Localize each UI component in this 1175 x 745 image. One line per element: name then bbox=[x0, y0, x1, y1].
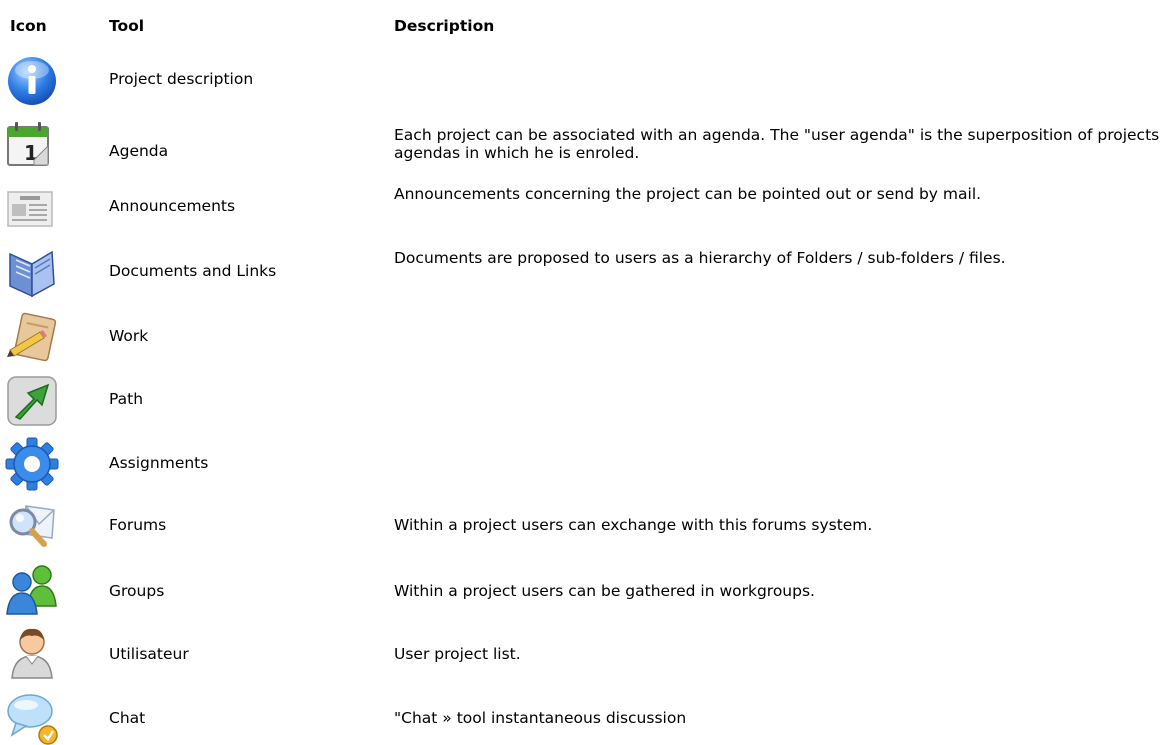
tool-name[interactable]: Utilisateur bbox=[109, 645, 189, 663]
tool-name[interactable]: Documents and Links bbox=[109, 262, 276, 280]
tool-name[interactable]: Assignments bbox=[109, 454, 208, 472]
tool-description: Each project can be associated with an a… bbox=[394, 126, 1160, 162]
magnifier-envelope-icon[interactable] bbox=[4, 498, 60, 554]
calendar-icon[interactable]: 1 bbox=[4, 116, 60, 172]
users-group-icon[interactable] bbox=[4, 560, 60, 616]
tool-name[interactable]: Chat bbox=[109, 709, 145, 727]
header-description: Description bbox=[394, 17, 495, 35]
info-icon[interactable] bbox=[4, 53, 60, 109]
user-icon[interactable] bbox=[4, 624, 60, 680]
green-arrow-icon[interactable] bbox=[4, 373, 60, 429]
tool-name[interactable]: Path bbox=[109, 390, 143, 408]
book-icon[interactable] bbox=[4, 244, 60, 300]
tool-name[interactable]: Groups bbox=[109, 582, 164, 600]
tool-description: "Chat » tool instantaneous discussion bbox=[394, 709, 687, 727]
tool-name[interactable]: Project description bbox=[109, 70, 253, 88]
tool-description: Announcements concerning the project can… bbox=[394, 185, 982, 203]
tool-description: Documents are proposed to users as a hie… bbox=[394, 249, 1006, 267]
chat-bubble-icon[interactable] bbox=[4, 689, 60, 745]
pencil-paper-icon[interactable] bbox=[4, 310, 60, 366]
header-tool: Tool bbox=[109, 17, 145, 35]
tool-name[interactable]: Announcements bbox=[109, 197, 235, 215]
tool-description: Within a project users can be gathered i… bbox=[394, 582, 815, 600]
header-icon: Icon bbox=[10, 17, 47, 35]
tool-description: Within a project users can exchange with… bbox=[394, 516, 873, 534]
tool-description: User project list. bbox=[394, 645, 521, 663]
newspaper-icon[interactable] bbox=[4, 180, 60, 236]
tool-name[interactable]: Agenda bbox=[109, 142, 168, 160]
tool-name[interactable]: Work bbox=[109, 327, 148, 345]
gear-icon[interactable] bbox=[4, 436, 60, 492]
tool-name[interactable]: Forums bbox=[109, 516, 166, 534]
